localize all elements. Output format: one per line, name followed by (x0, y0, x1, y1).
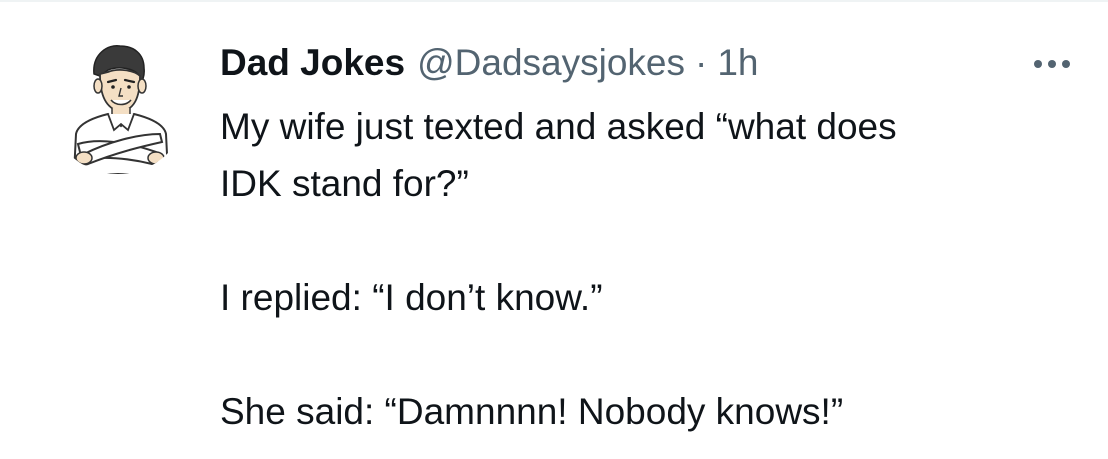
tweet-line-blank (220, 212, 1080, 269)
tweet-line: IDK stand for?” (220, 163, 469, 204)
tweet-line: I replied: “I don’t know.” (220, 277, 603, 318)
tweet-text: My wife just texted and asked “what does… (220, 98, 1080, 440)
tweet-line-blank (220, 326, 1080, 383)
cartoon-man-avatar-icon (72, 45, 170, 174)
separator-dot: · (694, 42, 708, 83)
tweet-line: She said: “Damnnnn! Nobody knows!” (220, 391, 844, 432)
user-handle[interactable]: @Dadsaysjokes (417, 40, 685, 86)
timestamp[interactable]: 1h (717, 40, 758, 86)
tweet-header: Dad Jokes @Dadsaysjokes · 1h (220, 40, 758, 86)
tweet[interactable]: Dad Jokes @Dadsaysjokes · 1h My wife jus… (0, 0, 1108, 459)
more-horizontal-icon (1034, 60, 1070, 68)
tweet-line: My wife just texted and asked “what does (220, 106, 897, 147)
display-name[interactable]: Dad Jokes (220, 40, 405, 86)
avatar[interactable] (48, 34, 188, 174)
more-options-button[interactable] (1024, 44, 1080, 84)
